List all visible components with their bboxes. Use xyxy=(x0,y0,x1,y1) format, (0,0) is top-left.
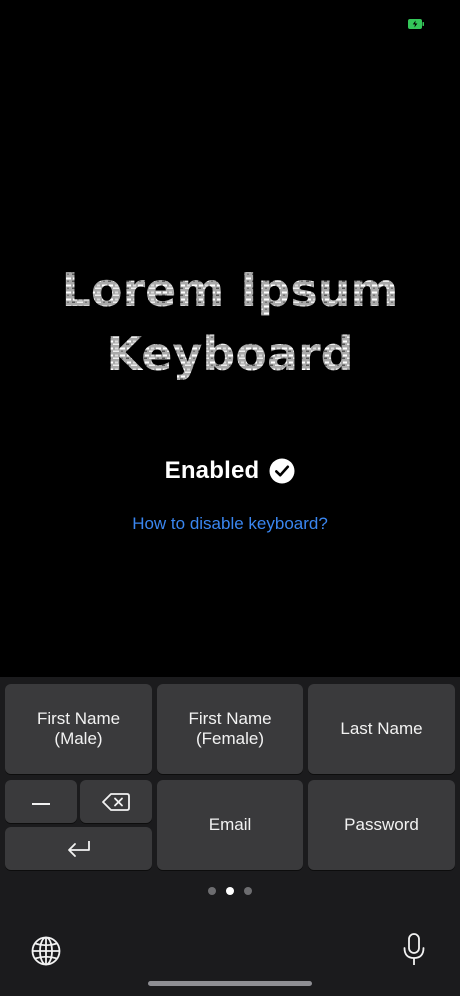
enabled-label: Enabled xyxy=(164,457,260,484)
email-key[interactable]: Email xyxy=(157,780,303,870)
custom-keyboard: First Name (Male) First Name (Female) La… xyxy=(0,677,460,996)
how-to-disable-link[interactable]: How to disable keyboard? xyxy=(0,514,460,534)
password-key[interactable]: Password xyxy=(308,780,455,870)
last-name-label: Last Name xyxy=(340,719,423,738)
battery-charging-icon xyxy=(408,19,424,29)
first-name-male-key[interactable]: First Name (Male) xyxy=(5,684,152,774)
first-name-female-key[interactable]: First Name (Female) xyxy=(157,684,303,774)
delete-icon xyxy=(102,792,130,811)
enabled-status: Enabled xyxy=(0,455,460,487)
microphone-icon[interactable] xyxy=(402,933,426,967)
return-key[interactable] xyxy=(5,827,152,870)
email-label: Email xyxy=(208,815,252,834)
space-key[interactable] xyxy=(5,780,77,823)
title-line-1: Lorem Ipsum xyxy=(62,263,399,317)
checkmark-circle-icon xyxy=(269,458,295,484)
first-name-male-line1: First Name xyxy=(36,709,121,728)
space-icon xyxy=(32,802,50,805)
first-name-female-line2: (Female) xyxy=(195,729,264,748)
page-dot-1[interactable] xyxy=(208,887,216,895)
title-line-2: Keyboard xyxy=(106,327,353,381)
password-label: Password xyxy=(344,815,419,834)
page-dot-3[interactable] xyxy=(244,887,252,895)
page-dot-2[interactable] xyxy=(226,887,234,895)
globe-icon[interactable] xyxy=(30,935,62,967)
first-name-male-line2: (Male) xyxy=(54,729,103,748)
page-indicator[interactable] xyxy=(0,887,460,897)
last-name-key[interactable]: Last Name xyxy=(308,684,455,774)
delete-key[interactable] xyxy=(80,780,152,823)
keyboard-title-art: Lorem Ipsum Keyboard xyxy=(0,262,460,382)
home-indicator[interactable] xyxy=(148,981,312,986)
first-name-female-line1: First Name xyxy=(188,709,272,728)
return-icon xyxy=(67,840,90,857)
